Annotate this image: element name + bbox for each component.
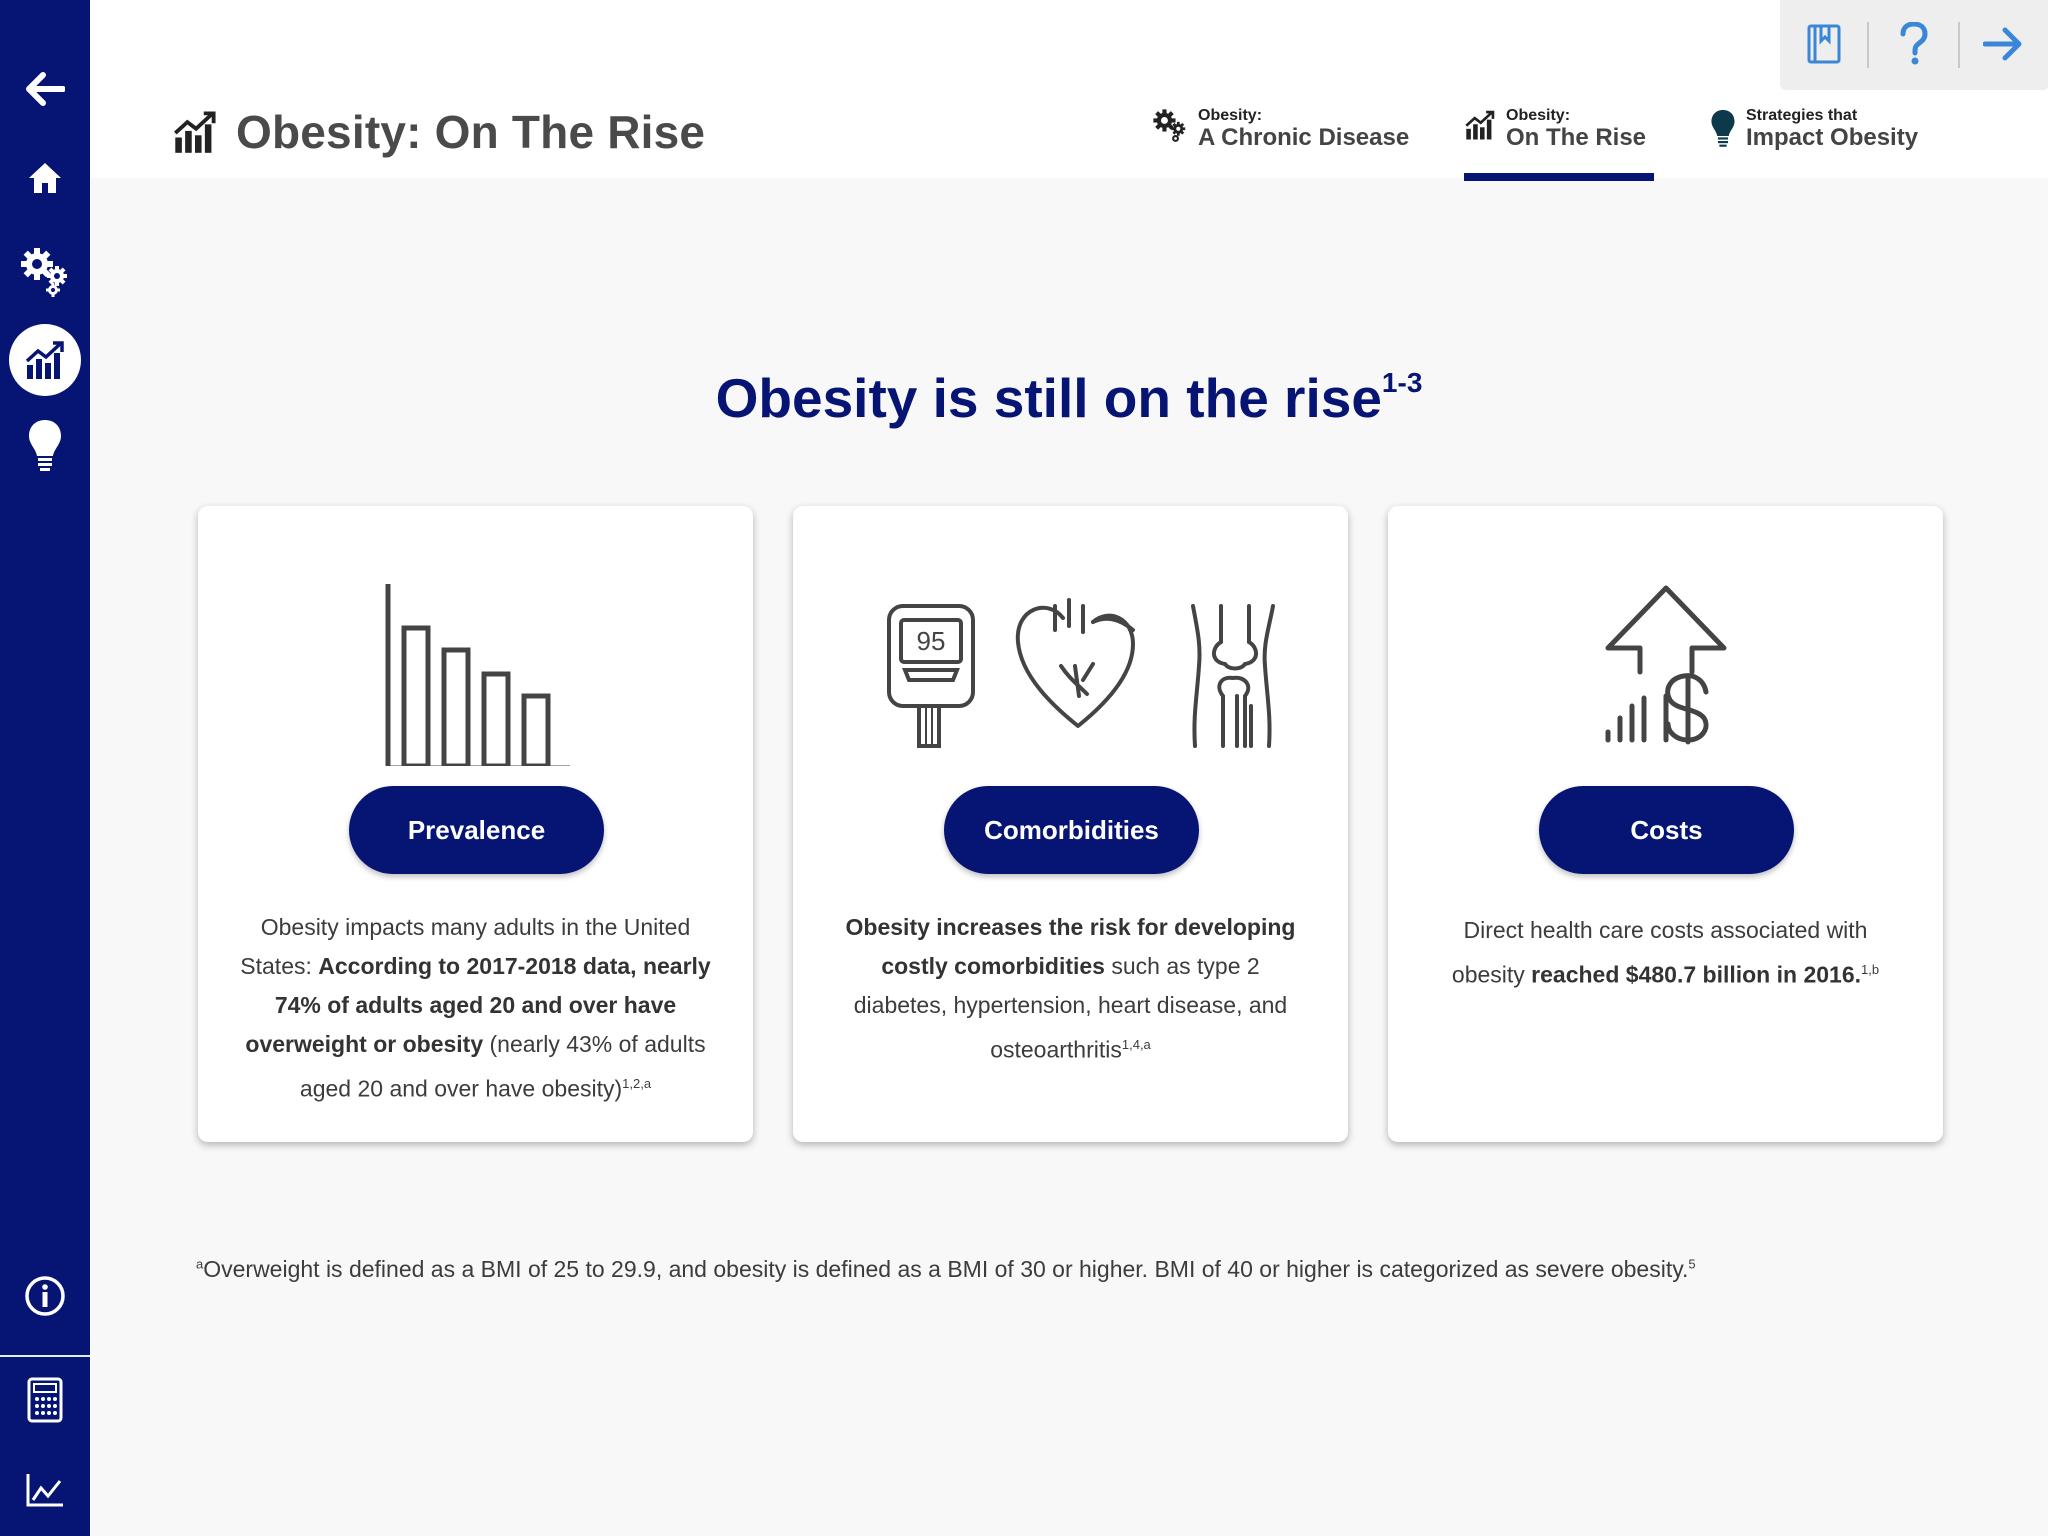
next-arrow-icon [1983,27,2022,61]
sidebar-divider [0,1355,90,1357]
costs-text: Direct health care costs associated with… [1428,911,1903,995]
help-icon [1900,22,1928,65]
rising-cost-icon [1605,585,1727,745]
tab-small-label: Strategies that [1746,107,1858,124]
bookmark-icon [1807,24,1841,64]
back-arrow-icon [26,72,65,106]
toolbar-separator [1867,22,1869,68]
knee-joint-icon [1191,604,1275,748]
section-headline: Obesity is still on the rise1-3 [90,366,2048,430]
calculator-icon [27,1377,63,1423]
costs-reference: 1,b [1861,962,1880,977]
footnote: aOverweight is defined as a BMI of 25 to… [196,1256,1696,1283]
tab-label: Strategies that Impact Obesity [1746,108,1918,150]
info-button[interactable] [0,1256,90,1336]
prevalence-button[interactable]: Prevalence [349,786,604,874]
info-icon [25,1276,65,1316]
bookmark-button[interactable] [1794,14,1854,74]
tab-big-label: Impact Obesity [1746,124,1919,151]
chart-rising-icon [25,341,64,379]
comorbidities-button[interactable]: Comorbidities [944,786,1199,874]
toolbar-separator [1958,22,1960,68]
tab-chronic-disease[interactable]: Obesity: A Chronic Disease [1152,108,1409,150]
toolbar [1780,0,2048,90]
sidebar-item-home[interactable] [0,138,90,218]
active-indicator [9,324,81,396]
comorbidities-icons: 95 [887,598,1275,748]
lightbulb-icon [1711,109,1735,147]
gears-icon [21,248,67,297]
tab-on-the-rise[interactable]: Obesity: On The Rise [1464,108,1646,150]
prevalence-reference: 1,2,a [622,1076,652,1091]
footnote-reference: 5 [1688,1256,1696,1272]
help-button[interactable] [1884,14,1944,74]
graph-button[interactable] [0,1450,90,1530]
prevalence-text: Obesity impacts many adults in the Unite… [238,908,713,1109]
card-prevalence: Prevalence Obesity impacts many adults i… [198,506,753,1142]
line-graph-icon [26,1474,63,1507]
costs-text-bold: reached $480.7 billion in 2016. [1531,961,1861,988]
headline-text: Obesity is still on the rise [715,367,1382,429]
chart-rising-icon [173,111,216,153]
calculator-button[interactable] [0,1360,90,1440]
next-button[interactable] [1973,14,2033,74]
page-title-wrap: Obesity: On The Rise [172,105,705,159]
back-button[interactable] [0,49,90,129]
comorbidities-text: Obesity increases the risk for developin… [833,908,1308,1070]
header: Obesity: On The Rise Obesity: A Chronic … [90,0,2048,181]
sidebar-item-chronic-disease[interactable] [0,232,90,312]
footnote-text: Overweight is defined as a BMI of 25 to … [203,1256,1689,1282]
glucose-reading: 95 [917,626,946,656]
tab-big-label: A Chronic Disease [1198,124,1410,151]
card-comorbidities: 95 Comorbidities Obesity increases the r… [793,506,1348,1142]
page-title: Obesity: On The Rise [236,106,706,158]
headline-reference: 1-3 [1381,366,1423,398]
sidebar-item-on-the-rise[interactable] [0,320,90,400]
bar-chart-declining-icon [385,584,570,766]
tab-label: Obesity: A Chronic Disease [1198,108,1409,150]
sidebar-item-strategies[interactable] [0,405,90,485]
chart-rising-icon [1465,110,1495,140]
gears-icon [1153,109,1186,142]
tab-small-label: Obesity: [1198,107,1263,124]
active-tab-underline [1464,173,1654,181]
comorbidities-reference: 1,4,a [1121,1037,1151,1052]
costs-button[interactable]: Costs [1539,786,1794,874]
tab-strategies[interactable]: Strategies that Impact Obesity [1710,108,1918,150]
lightbulb-icon [29,420,61,471]
heart-icon [1015,598,1135,728]
sidebar [0,0,90,1536]
tab-label: Obesity: On The Rise [1506,108,1646,150]
home-icon [29,163,61,193]
card-costs: Costs Direct health care costs associate… [1388,506,1943,1142]
tab-big-label: On The Rise [1506,124,1647,151]
tab-small-label: Obesity: [1506,107,1571,124]
